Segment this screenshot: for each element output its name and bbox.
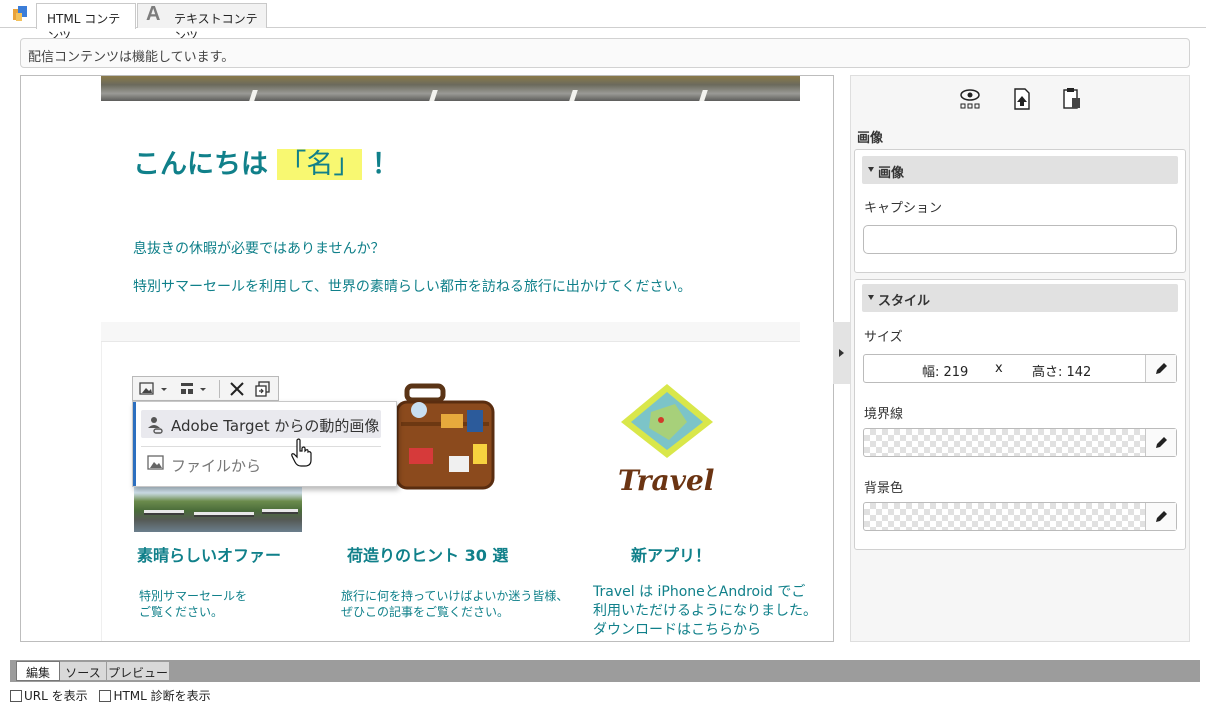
edit-background-button[interactable] [1145, 503, 1176, 530]
travel-app-logo[interactable] [617, 382, 717, 460]
size-label: サイズ [864, 330, 903, 345]
background-color-field[interactable] [863, 502, 1177, 531]
intro-paragraph-2[interactable]: 特別サマーセールを利用して、世界の素晴らしい都市を訪ねる旅行に出かけてください。 [133, 276, 691, 296]
panel-section-title: 画像 [857, 131, 884, 146]
show-url-checkbox[interactable]: URL を表示 [10, 689, 88, 703]
border-label: 境界線 [864, 407, 904, 422]
edit-size-button[interactable] [1145, 355, 1176, 382]
column-1-text-line: 特別サマーセールを [139, 589, 248, 603]
road-stripe [429, 90, 438, 101]
app-window: HTML コンテンツ A テキストコンテンツ 配信コンテンツは機能しています。 … [0, 0, 1206, 714]
status-message: 配信コンテンツは機能しています。 [20, 38, 1190, 68]
height-value: 高さ: 142 [1032, 365, 1092, 380]
tab-preview[interactable]: プレビュー [107, 662, 169, 680]
dynamic-image-icon [148, 417, 163, 434]
caption-input[interactable] [863, 225, 1177, 254]
content-tab-bar: HTML コンテンツ A テキストコンテンツ [0, 0, 1206, 43]
intro-paragraph-1[interactable]: 息抜きの休暇が必要ではありませんか？ [133, 238, 385, 258]
header-banner-image[interactable] [101, 76, 800, 101]
menu-item-adobe-target-image[interactable]: Adobe Target からの動的画像 [141, 410, 381, 438]
image-toolbar [132, 376, 279, 401]
menu-separator [141, 446, 381, 447]
border-color-field[interactable] [863, 428, 1177, 457]
size-times: x [995, 361, 1003, 376]
image-group-header[interactable]: 画像 [862, 156, 1178, 184]
tab-html-content[interactable]: HTML コンテンツ [36, 3, 136, 43]
collapse-arrow-icon [839, 349, 844, 357]
background-color-label: 背景色 [864, 481, 904, 496]
pencil-icon [1156, 437, 1167, 448]
show-html-diagnosis-checkbox[interactable]: HTML 診断を表示 [99, 689, 211, 703]
tab-source[interactable]: ソース [60, 662, 106, 680]
greeting-heading[interactable]: こんにちは 「名」 ！ [133, 142, 399, 181]
column-1-title[interactable]: 素晴らしいオファー [137, 542, 281, 566]
boat-shape [194, 512, 254, 517]
insert-image-menu: Adobe Target からの動的画像 ファイルから [132, 401, 397, 487]
column-3-text[interactable]: Travel は iPhoneとAndroid でご 利用いただけるようになりま… [593, 583, 817, 640]
layout-icon[interactable] [180, 381, 210, 397]
boat-shape [144, 510, 184, 515]
road-stripe [569, 90, 578, 101]
checkbox-box [99, 690, 112, 702]
app-icon [13, 6, 27, 21]
show-url-label: URL を表示 [24, 689, 88, 703]
pencil-icon [1156, 363, 1167, 374]
pencil-icon [1156, 511, 1167, 522]
file-image-icon [147, 455, 164, 470]
caret-down-icon [868, 167, 874, 172]
column-3-text-line: 利用いただけるようになりました。 [593, 603, 817, 619]
menu-accent-bar [133, 402, 136, 486]
panel-collapse-handle[interactable] [833, 322, 850, 384]
style-group-title: スタイル [878, 294, 931, 309]
menu-item-from-file[interactable]: ファイルから [141, 450, 381, 478]
suitcase-image[interactable] [389, 382, 499, 492]
size-field[interactable]: 幅: 219 x 高さ: 142 [863, 354, 1177, 383]
column-2-text[interactable]: 旅行に何を持っていけばよいか迷う皆様、 ぜひこの記事をご覧ください。 [341, 588, 568, 620]
toolbar-separator [219, 380, 220, 398]
delete-icon[interactable] [229, 381, 245, 397]
greeting-suffix: ！ [371, 149, 399, 180]
column-2-text-line: ぜひこの記事をご覧ください。 [341, 605, 510, 619]
tab-text-content[interactable]: A テキストコンテンツ [137, 3, 267, 43]
boat-shape [262, 509, 298, 514]
show-html-diagnosis-label: HTML 診断を表示 [113, 689, 211, 703]
column-3-title[interactable]: 新アプリ！ [631, 542, 711, 566]
display-options: URL を表示 HTML 診断を表示 [10, 687, 211, 704]
width-value: 幅: 219 [922, 365, 969, 380]
upload-document-icon[interactable] [1011, 88, 1033, 110]
paste-document-icon[interactable] [1061, 88, 1083, 110]
email-editor-canvas[interactable]: こんにちは 「名」 ！ 息抜きの休暇が必要ではありませんか？ 特別サマーセールを… [20, 75, 834, 642]
duplicate-icon[interactable] [255, 381, 271, 397]
column-1-text[interactable]: 特別サマーセールを ご覧ください。 [139, 588, 247, 620]
section-divider [101, 322, 800, 342]
hand-cursor-icon [291, 438, 312, 467]
image-group-title: 画像 [878, 166, 905, 181]
preview-eye-icon[interactable] [959, 88, 981, 110]
column-3-text-line: ダウンロードはこちらから [593, 622, 761, 638]
menu-item-label: ファイルから [171, 457, 262, 475]
view-mode-tabs: 編集 ソース プレビュー [10, 660, 1200, 682]
greeting-prefix: こんにちは [133, 149, 268, 180]
style-group-header[interactable]: スタイル [862, 284, 1178, 312]
travel-logo-text: Travel [618, 464, 715, 497]
edit-border-button[interactable] [1145, 429, 1176, 456]
caret-down-icon [868, 295, 874, 300]
column-1-text-line: ご覧ください。 [139, 605, 224, 619]
text-A-icon: A [146, 3, 161, 25]
column-guide [101, 342, 102, 641]
tab-edit[interactable]: 編集 [16, 661, 60, 681]
column-2-text-line: 旅行に何を持っていけばよいか迷う皆様、 [341, 589, 569, 603]
column-3-text-line: Travel は iPhoneとAndroid でご [593, 584, 806, 600]
checkbox-box [10, 690, 22, 702]
menu-item-label: Adobe Target からの動的画像 [171, 417, 380, 435]
road-stripe [699, 90, 708, 101]
insert-image-icon[interactable] [139, 381, 169, 397]
column-2-title[interactable]: 荷造りのヒント 30 選 [347, 542, 508, 566]
caption-label: キャプション [864, 201, 943, 216]
personalization-field-name[interactable]: 「名」 [277, 149, 363, 180]
road-stripe [249, 90, 258, 101]
